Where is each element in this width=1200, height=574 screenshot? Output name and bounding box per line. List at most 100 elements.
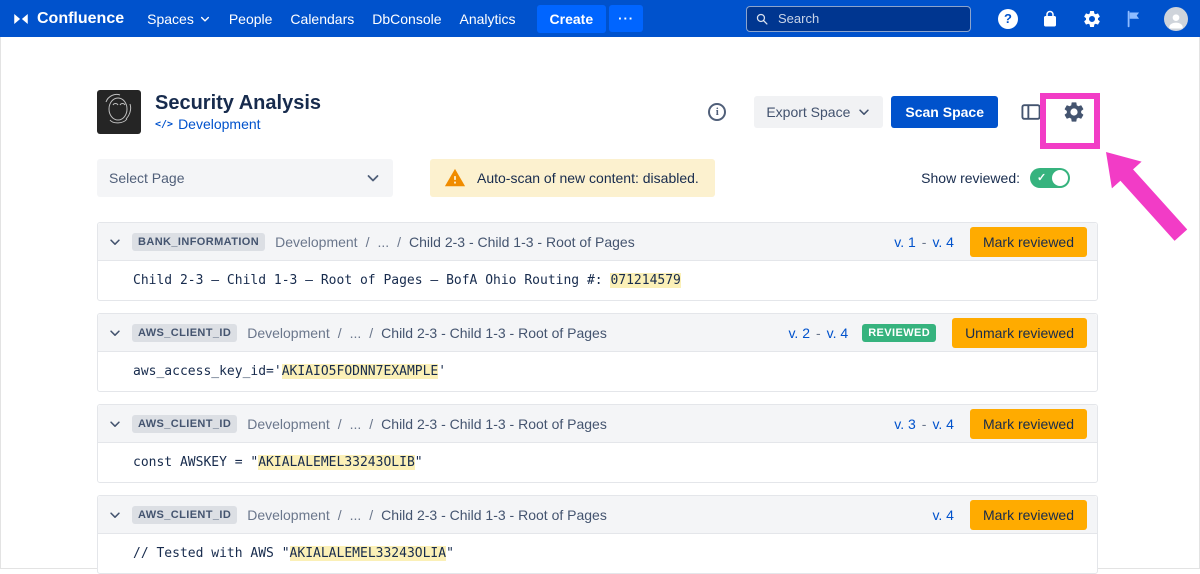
breadcrumb: Development / ... / Child 2-3 - Child 1-… xyxy=(247,507,607,523)
version-separator: - xyxy=(922,416,927,432)
nav-item-analytics[interactable]: Analytics xyxy=(460,11,516,27)
breadcrumb-ellipsis[interactable]: ... xyxy=(350,507,362,523)
finding-card: AWS_CLIENT_ID Development / ... / Child … xyxy=(97,404,1098,483)
lock-icon[interactable] xyxy=(1038,7,1062,31)
code-text: Child 2-3 – Child 1-3 – Root of Pages – … xyxy=(133,273,610,288)
breadcrumb-ellipsis[interactable]: ... xyxy=(377,234,389,250)
version-range: v. 4 xyxy=(932,507,954,523)
annotation-arrow xyxy=(1091,139,1199,253)
reviewed-badge: REVIEWED xyxy=(862,324,936,342)
version-separator: - xyxy=(816,325,821,341)
create-button[interactable]: Create xyxy=(537,5,607,33)
breadcrumb-space-link[interactable]: Development xyxy=(247,416,330,432)
nav-item-spaces[interactable]: Spaces xyxy=(147,11,211,27)
chevron-down-icon xyxy=(857,105,871,119)
finding-type-badge: BANK_INFORMATION xyxy=(132,233,265,251)
code-icon: </> xyxy=(155,119,173,130)
nav-item-label: Analytics xyxy=(460,11,516,27)
version-from-link[interactable]: v. 3 xyxy=(894,416,916,432)
space-avatar[interactable] xyxy=(97,90,141,134)
finding-header: AWS_CLIENT_ID Development / ... / Child … xyxy=(98,405,1097,443)
warning-text: Auto-scan of new content: disabled. xyxy=(477,170,699,186)
nav-item-dbconsole[interactable]: DbConsole xyxy=(372,11,441,27)
space-link[interactable]: Development xyxy=(178,116,261,132)
mark-reviewed-button[interactable]: Mark reviewed xyxy=(970,227,1087,257)
breadcrumb: Development / ... / Child 2-3 - Child 1-… xyxy=(247,325,607,341)
version-range: v. 1 - v. 4 xyxy=(894,234,954,250)
breadcrumb-separator: / xyxy=(366,234,370,250)
board-view-icon[interactable] xyxy=(1020,101,1042,123)
mark-reviewed-button[interactable]: Mark reviewed xyxy=(970,500,1087,530)
finding-header: AWS_CLIENT_ID Development / ... / Child … xyxy=(98,314,1097,352)
chevron-down-icon[interactable] xyxy=(108,417,122,431)
search-box[interactable] xyxy=(746,6,971,32)
header-actions: i Export Space Scan Space xyxy=(708,96,1098,128)
export-space-button[interactable]: Export Space xyxy=(754,96,883,128)
version-range: v. 3 - v. 4 xyxy=(894,416,954,432)
breadcrumb: Development / ... / Child 2-3 - Child 1-… xyxy=(275,234,635,250)
nav-item-calendars[interactable]: Calendars xyxy=(290,11,354,27)
select-page-dropdown[interactable]: Select Page xyxy=(97,159,393,197)
nav-item-label: Spaces xyxy=(147,11,194,27)
breadcrumb-page-link[interactable]: Child 2-3 - Child 1-3 - Root of Pages xyxy=(381,507,607,523)
breadcrumb: Development / ... / Child 2-3 - Child 1-… xyxy=(247,416,607,432)
flag-icon[interactable] xyxy=(1122,7,1146,31)
space-header: Security Analysis </> Development i Expo… xyxy=(97,90,1098,134)
more-button[interactable]: ··· xyxy=(609,5,643,32)
code-highlight: AKIALALEMEL33243OLIA xyxy=(290,546,447,561)
info-icon[interactable]: i xyxy=(708,103,726,121)
code-text: " xyxy=(446,546,454,561)
code-text: ' xyxy=(438,364,446,379)
info-glyph: i xyxy=(716,106,719,118)
help-icon[interactable]: ? xyxy=(996,7,1020,31)
findings-list: BANK_INFORMATION Development / ... / Chi… xyxy=(97,222,1098,574)
version-to-link[interactable]: v. 4 xyxy=(827,325,849,341)
code-highlight: AKIALALEMEL33243OLIB xyxy=(258,455,415,470)
code-highlight: 071214579 xyxy=(610,273,680,288)
breadcrumb-space-link[interactable]: Development xyxy=(247,507,330,523)
scan-space-button[interactable]: Scan Space xyxy=(891,96,998,128)
version-to-link[interactable]: v. 4 xyxy=(932,234,954,250)
code-text: // Tested with AWS " xyxy=(133,546,290,561)
chevron-down-icon xyxy=(199,13,211,25)
search-icon xyxy=(755,12,769,26)
export-space-label: Export Space xyxy=(766,104,850,120)
space-link-row: </> Development xyxy=(155,116,321,132)
version-from-link[interactable]: v. 2 xyxy=(788,325,810,341)
show-reviewed-toggle[interactable]: ✓ xyxy=(1030,168,1070,188)
main-content: Security Analysis </> Development i Expo… xyxy=(97,90,1098,574)
finding-type-badge: AWS_CLIENT_ID xyxy=(132,506,237,524)
nav-item-people[interactable]: People xyxy=(229,11,273,27)
mark-reviewed-button[interactable]: Mark reviewed xyxy=(970,409,1087,439)
avatar[interactable] xyxy=(1164,7,1188,31)
confluence-logo[interactable]: Confluence xyxy=(12,10,124,28)
breadcrumb-page-link[interactable]: Child 2-3 - Child 1-3 - Root of Pages xyxy=(381,325,607,341)
breadcrumb-ellipsis[interactable]: ... xyxy=(350,416,362,432)
version-to-link[interactable]: v. 4 xyxy=(932,416,954,432)
space-settings-gear-icon[interactable] xyxy=(1062,100,1086,124)
finding-snippet: aws_access_key_id='AKIAIO5FODNN7EXAMPLE' xyxy=(98,352,1097,391)
chevron-down-icon[interactable] xyxy=(108,326,122,340)
autoscan-warning-banner: Auto-scan of new content: disabled. xyxy=(430,159,715,197)
breadcrumb-page-link[interactable]: Child 2-3 - Child 1-3 - Root of Pages xyxy=(381,416,607,432)
version-range: v. 2 - v. 4 xyxy=(788,325,848,341)
version-to-link[interactable]: v. 4 xyxy=(932,507,954,523)
nav-item-label: People xyxy=(229,11,273,27)
unmark-reviewed-button[interactable]: Unmark reviewed xyxy=(952,318,1087,348)
breadcrumb-page-link[interactable]: Child 2-3 - Child 1-3 - Root of Pages xyxy=(409,234,635,250)
version-from-link[interactable]: v. 1 xyxy=(894,234,916,250)
toggle-knob xyxy=(1052,170,1068,186)
breadcrumb-space-link[interactable]: Development xyxy=(275,234,358,250)
code-text: " xyxy=(415,455,423,470)
gear-icon[interactable] xyxy=(1080,7,1104,31)
breadcrumb-space-link[interactable]: Development xyxy=(247,325,330,341)
finding-type-badge: AWS_CLIENT_ID xyxy=(132,415,237,433)
chevron-down-icon[interactable] xyxy=(108,235,122,249)
search-input[interactable] xyxy=(776,10,962,27)
finding-card: BANK_INFORMATION Development / ... / Chi… xyxy=(97,222,1098,301)
finding-snippet: Child 2-3 – Child 1-3 – Root of Pages – … xyxy=(98,261,1097,300)
select-page-label: Select Page xyxy=(109,170,185,186)
breadcrumb-ellipsis[interactable]: ... xyxy=(350,325,362,341)
chevron-down-icon[interactable] xyxy=(108,508,122,522)
nav-item-label: Calendars xyxy=(290,11,354,27)
